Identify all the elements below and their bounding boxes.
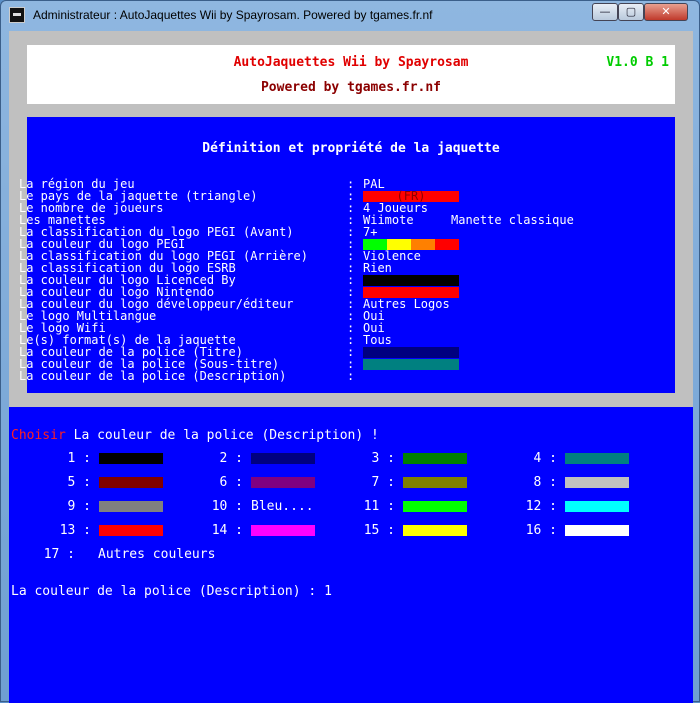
color-option[interactable]: 8 : [475,475,635,490]
app-window: Administrateur : AutoJaquettes Wii by Sp… [0,0,700,703]
color-swatch [403,453,467,464]
powered-by: Powered by tgames.fr.nf [260,80,441,95]
color-option[interactable]: 1 : [9,451,169,466]
header-box: AutoJaquettes Wii by Spayrosam V1.0 B 1 … [27,45,675,104]
color-bar-segment [363,275,459,286]
color-swatch [251,453,315,464]
property-colon: : [347,369,355,383]
color-number: 3 : [371,451,395,466]
color-bar-segment [435,239,459,250]
color-number: 10 : [211,499,243,514]
console-area[interactable]: AutoJaquettes Wii by Spayrosam V1.0 B 1 … [9,31,693,703]
color-option[interactable]: 2 : [161,451,321,466]
color-option[interactable]: 13 : [9,523,169,538]
color-number: 1 : [67,451,91,466]
property-value: Rien [363,261,392,275]
color-swatch [99,525,163,536]
maximize-button[interactable]: ▢ [618,3,644,21]
color-option[interactable]: 15 : [313,523,473,538]
color-swatch [251,525,315,536]
color-swatch [403,501,467,512]
color-bar-segment [363,359,459,370]
color-number: 14 : [211,523,243,538]
color-swatch [565,501,629,512]
header-band: AutoJaquettes Wii by Spayrosam V1.0 B 1 … [9,31,693,107]
version-label: V1.0 B 1 [606,55,669,70]
color-swatch [403,525,467,536]
color-swatch [99,477,163,488]
color-number: 2 : [219,451,243,466]
property-value: Tous [363,333,392,347]
property-value: PAL [363,177,385,191]
choose-prompt: Choisir La couleur de la police (Descrip… [11,428,379,443]
color-number: 11 : [363,499,395,514]
color-number: 7 : [371,475,395,490]
color-option[interactable]: 12 : [475,499,635,514]
color-option[interactable]: 16 : [475,523,635,538]
color-swatch [403,477,467,488]
color-option[interactable]: 4 : [475,451,635,466]
color-number: 16 : [525,523,557,538]
color-number: 8 : [533,475,557,490]
input-line[interactable]: La couleur de la police (Description) : … [11,584,332,599]
color-number: 15 : [363,523,395,538]
close-button[interactable]: ✕ [644,3,688,21]
color-swatch [99,453,163,464]
property-label: La couleur de la police (Description) [19,369,287,383]
color-text: Bleu.... [251,499,314,514]
property-value-secondary: Manette classique [451,213,574,227]
color-number: 4 : [533,451,557,466]
color-number: 17 : [43,547,75,562]
panel-frame: Définition et propriété de la jaquette L… [9,107,693,407]
color-option[interactable]: 10 : Bleu.... [161,499,321,514]
color-option[interactable]: 3 : [313,451,473,466]
panel-title: Définition et propriété de la jaquette [202,141,500,156]
minimize-button[interactable]: — [592,3,618,21]
console-icon [9,7,25,23]
color-option[interactable]: 9 : [9,499,169,514]
color-option[interactable]: 5 : [9,475,169,490]
app-title: AutoJaquettes Wii by Spayrosam [233,55,469,70]
color-number: 6 : [219,475,243,490]
color-option[interactable]: 14 : [161,523,321,538]
properties-panel: Définition et propriété de la jaquette L… [19,117,675,393]
color-option[interactable]: 7 : [313,475,473,490]
other-colors-label: Autres couleurs [98,547,216,562]
property-row: La couleur de la police (Description): [19,369,675,383]
color-swatch [99,501,163,512]
color-option[interactable]: 11 : [313,499,473,514]
color-number: 13 : [59,523,91,538]
choose-keyword: Choisir [11,428,66,443]
color-swatch [565,477,629,488]
color-bar-segment [363,347,459,358]
color-number: 12 : [525,499,557,514]
color-swatch [565,525,629,536]
color-option[interactable]: 6 : [161,475,321,490]
color-swatch [565,453,629,464]
window-title: Administrateur : AutoJaquettes Wii by Sp… [33,8,433,22]
choose-text: La couleur de la police (Description) ! [65,428,379,443]
title-bar[interactable]: Administrateur : AutoJaquettes Wii by Sp… [1,1,700,31]
color-number: 9 : [67,499,91,514]
property-value: 7+ [363,225,378,239]
color-number: 5 : [67,475,91,490]
color-swatch [251,477,315,488]
